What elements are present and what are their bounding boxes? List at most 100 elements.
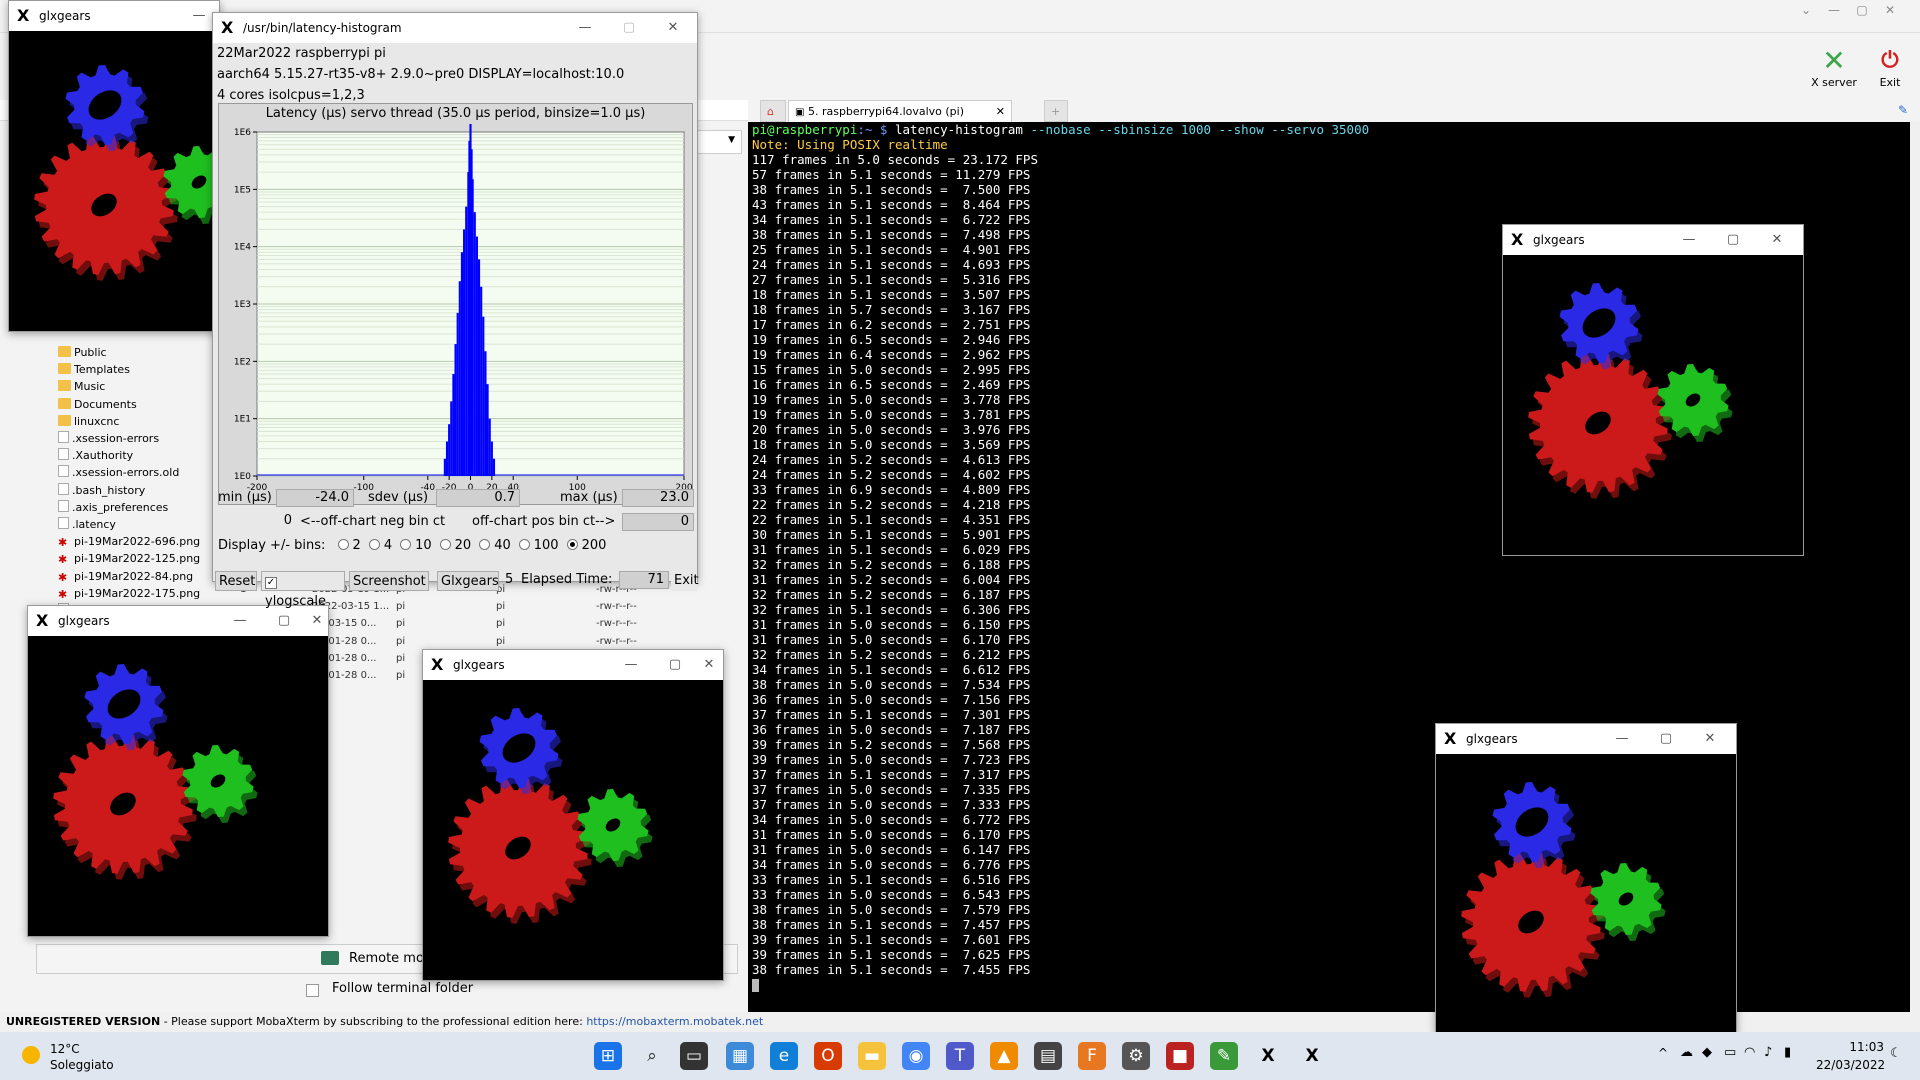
radio-button[interactable] bbox=[439, 539, 451, 550]
bins-radio-40[interactable]: 40 bbox=[471, 538, 511, 553]
screenshot-button[interactable]: Screenshot bbox=[349, 571, 429, 591]
xserver-button[interactable]: ✕ X server bbox=[1804, 46, 1864, 90]
display-icon[interactable]: ▭ bbox=[1724, 1045, 1736, 1060]
sun-icon[interactable] bbox=[22, 1046, 40, 1064]
maximize-button[interactable]: ▢ bbox=[1851, 2, 1873, 18]
clock-date[interactable]: 22/03/2022 bbox=[1816, 1058, 1885, 1072]
titlebar[interactable]: X /usr/bin/latency-histogram — ▢ ✕ bbox=[213, 13, 697, 43]
radio-button[interactable] bbox=[400, 539, 412, 550]
minimize-button[interactable]: — bbox=[1602, 724, 1642, 754]
bins-radio-100[interactable]: 100 bbox=[511, 538, 559, 553]
radio-button[interactable] bbox=[566, 539, 578, 550]
minimize-button[interactable]: — bbox=[611, 650, 651, 680]
minimize-button[interactable]: — bbox=[565, 13, 605, 43]
file-row[interactable]: .xsession-errors bbox=[58, 430, 159, 447]
photos-icon[interactable]: ▦ bbox=[726, 1042, 754, 1070]
file-row[interactable]: linuxcnc bbox=[58, 413, 119, 430]
close-button[interactable]: ✕ bbox=[1879, 2, 1901, 18]
maximize-button[interactable]: ▢ bbox=[609, 13, 649, 43]
mobatek-link[interactable]: https://mobaxterm.mobatek.net bbox=[586, 1015, 763, 1028]
radio-button[interactable] bbox=[518, 539, 530, 550]
reset-button[interactable]: Reset bbox=[215, 571, 257, 591]
titlebar[interactable]: Xglxgears — ▢ ✕ bbox=[423, 650, 723, 680]
tab-session-5[interactable]: ▣ 5. raspberrypi64.lovalvo (pi) ✕ bbox=[788, 100, 1012, 122]
notification-icon[interactable]: ☾ bbox=[1890, 1046, 1902, 1061]
file-row[interactable]: .latency bbox=[58, 516, 116, 533]
close-button[interactable]: ✕ bbox=[1690, 724, 1730, 754]
follow-checkbox[interactable] bbox=[306, 984, 319, 997]
glxgears-window-5[interactable]: Xglxgears — ▢ ✕ bbox=[1435, 723, 1737, 1033]
task-view-icon[interactable]: ▭ bbox=[680, 1042, 708, 1070]
titlebar[interactable]: Xglxgears — ▢ ✕ bbox=[1436, 724, 1736, 754]
file-row[interactable]: Templates bbox=[58, 361, 130, 378]
app-icon[interactable]: ■ bbox=[1166, 1042, 1194, 1070]
exit-button[interactable]: Exit bbox=[671, 571, 699, 591]
latency-histogram-window[interactable]: X /usr/bin/latency-histogram — ▢ ✕ 22Mar… bbox=[212, 12, 699, 609]
file-row[interactable]: ✱ pi-19Mar2022-696.png bbox=[58, 533, 200, 550]
bins-radio-10[interactable]: 10 bbox=[392, 538, 432, 553]
minimize-button[interactable]: — bbox=[220, 606, 260, 636]
radio-button[interactable] bbox=[337, 539, 349, 550]
file-row[interactable]: .Xauthority bbox=[58, 447, 133, 464]
weather-desc[interactable]: Soleggiato bbox=[50, 1058, 114, 1072]
minimize-icon[interactable]: ⌄ bbox=[1795, 2, 1817, 18]
close-button[interactable]: ✕ bbox=[697, 650, 721, 680]
bins-radio-2[interactable]: 2 bbox=[330, 538, 361, 553]
close-button[interactable]: ✕ bbox=[1757, 225, 1797, 255]
file-row[interactable]: Public bbox=[58, 344, 107, 361]
radio-button[interactable] bbox=[479, 539, 491, 550]
mobaxterm-icon[interactable]: X bbox=[1298, 1042, 1326, 1070]
maximize-button[interactable]: ▢ bbox=[1713, 225, 1753, 255]
close-tab-icon[interactable]: ✕ bbox=[996, 101, 1005, 123]
teams-icon[interactable]: T bbox=[946, 1042, 974, 1070]
paperclip-icon[interactable]: ✎ bbox=[1898, 103, 1908, 117]
file-row[interactable]: ✱ pi-19Mar2022-84.png bbox=[58, 568, 193, 585]
search-icon[interactable]: ⌕ bbox=[638, 1042, 666, 1070]
ylogscale-checkbox[interactable]: ✓ bbox=[265, 577, 277, 589]
bins-radio-4[interactable]: 4 bbox=[361, 538, 392, 553]
bins-radio-20[interactable]: 20 bbox=[432, 538, 471, 553]
vlc-icon[interactable]: ▲ bbox=[990, 1042, 1018, 1070]
home-tab[interactable]: ⌂ bbox=[760, 100, 786, 122]
calculator-icon[interactable]: ▤ bbox=[1034, 1042, 1062, 1070]
radio-button[interactable] bbox=[368, 539, 380, 550]
x-server-icon[interactable]: X bbox=[1254, 1042, 1282, 1070]
file-explorer-icon[interactable]: ▬ bbox=[858, 1042, 886, 1070]
onedrive-icon[interactable]: ☁ bbox=[1680, 1045, 1693, 1060]
volume-icon[interactable]: ♪ bbox=[1764, 1045, 1772, 1060]
dropdown[interactable]: ▼ bbox=[696, 130, 742, 154]
terminal-scrollbar[interactable] bbox=[1910, 122, 1920, 1012]
start-icon[interactable]: ⊞ bbox=[594, 1042, 622, 1070]
clock-time[interactable]: 11:03 bbox=[1840, 1040, 1884, 1054]
glxgears-button[interactable]: Glxgears bbox=[437, 571, 499, 591]
exit-app-button[interactable]: ⏻ Exit bbox=[1860, 46, 1920, 89]
close-button[interactable]: ✕ bbox=[653, 13, 693, 43]
foxit-icon[interactable]: F bbox=[1078, 1042, 1106, 1070]
new-tab-button[interactable]: + bbox=[1044, 100, 1068, 122]
glxgears-window-2[interactable]: Xglxgears — ▢ ✕ bbox=[27, 605, 329, 937]
settings-icon[interactable]: ⚙ bbox=[1122, 1042, 1150, 1070]
ylogscale-toggle[interactable]: ✓ ylogscale bbox=[261, 571, 345, 609]
titlebar[interactable]: Xglxgears — ▢ ✕ bbox=[1503, 225, 1803, 255]
maximize-button[interactable]: ▢ bbox=[1646, 724, 1686, 754]
edge-icon[interactable]: e bbox=[770, 1042, 798, 1070]
file-row[interactable]: ✱ pi-19Mar2022-125.png bbox=[58, 550, 200, 567]
glxgears-window-1[interactable]: Xglxgears — bbox=[8, 0, 220, 332]
battery-icon[interactable]: ▮ bbox=[1784, 1045, 1791, 1060]
tray-chevron-icon[interactable]: ^ bbox=[1658, 1046, 1668, 1060]
file-row[interactable]: ✱ pi-19Mar2022-175.png bbox=[58, 585, 200, 602]
bins-radio-200[interactable]: 200 bbox=[559, 538, 606, 553]
glxgears-window-4[interactable]: Xglxgears — ▢ ✕ bbox=[1502, 224, 1804, 556]
glxgears-window-3[interactable]: Xglxgears — ▢ ✕ bbox=[422, 649, 724, 981]
file-row[interactable]: Music bbox=[58, 378, 105, 395]
maximize-button[interactable]: ▢ bbox=[655, 650, 695, 680]
minimize-button[interactable]: — bbox=[1823, 2, 1845, 18]
file-row[interactable]: .axis_preferences bbox=[58, 499, 168, 516]
minimize-button[interactable]: — bbox=[1669, 225, 1709, 255]
file-row[interactable]: .bash_history bbox=[58, 482, 145, 499]
titlebar[interactable]: Xglxgears — bbox=[9, 1, 219, 31]
chrome-icon[interactable]: ◉ bbox=[902, 1042, 930, 1070]
weather-temp[interactable]: 12°C bbox=[50, 1042, 80, 1056]
wifi-icon[interactable]: ◠ bbox=[1744, 1045, 1755, 1060]
file-row[interactable]: .xsession-errors.old bbox=[58, 464, 179, 481]
